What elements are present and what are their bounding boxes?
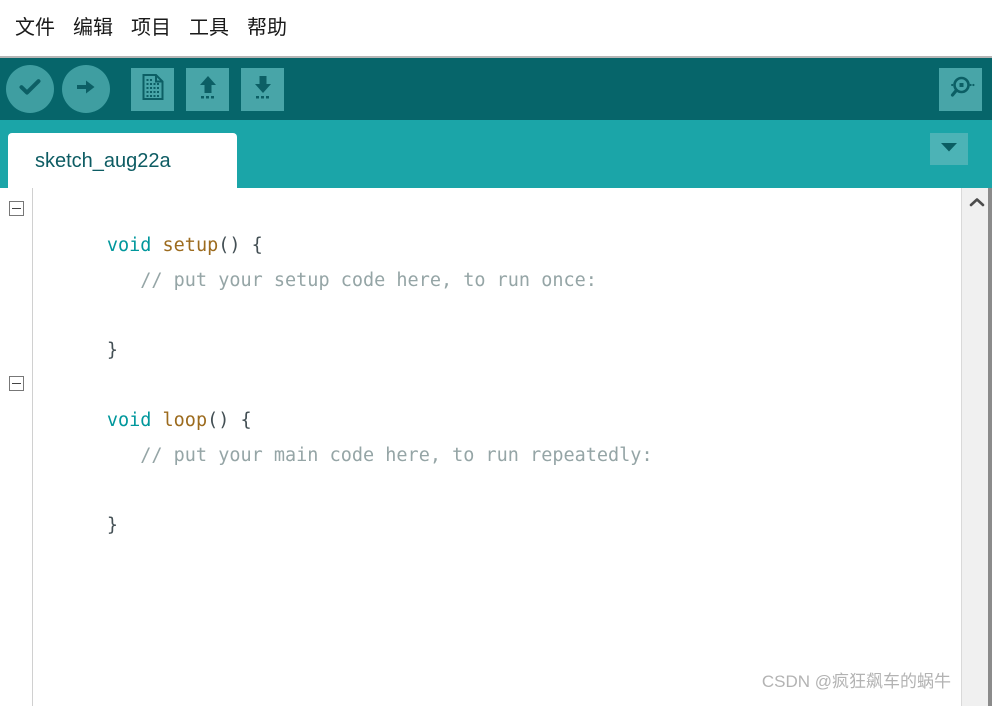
upload-arrow-icon	[73, 74, 99, 105]
window-right-edge	[988, 188, 992, 706]
menu-item-tools[interactable]: 工具	[180, 16, 238, 40]
code-token-function: setup	[162, 235, 219, 256]
upload-button[interactable]	[62, 65, 110, 113]
menu-item-file[interactable]: 文件	[6, 16, 64, 40]
code-token-punct: }	[106, 515, 118, 536]
tab-bar: sketch_aug22a	[0, 120, 992, 188]
code-line: }	[40, 473, 992, 536]
toolbar	[0, 58, 992, 120]
chevron-down-icon	[939, 140, 959, 158]
menu-item-help[interactable]: 帮助	[238, 16, 296, 40]
verify-check-icon	[17, 74, 43, 105]
code-line: void setup() {	[40, 193, 992, 256]
chevron-up-icon	[969, 194, 985, 212]
code-token-keyword: void	[106, 410, 152, 431]
code-token-comment: // put your main code here, to run repea…	[106, 445, 653, 466]
code-fold-toggle-loop[interactable]	[9, 376, 24, 391]
save-sketch-button[interactable]	[241, 67, 284, 111]
code-token-punct: () {	[218, 235, 263, 256]
serial-monitor-magnifier-icon	[947, 73, 975, 106]
new-sketch-button[interactable]	[131, 67, 174, 111]
code-fold-toggle-setup[interactable]	[9, 201, 24, 216]
code-token-comment: // put your setup code here, to run once…	[106, 270, 597, 291]
code-editor[interactable]: void setup() { // put your setup code he…	[0, 188, 992, 706]
menu-bar: 文件 编辑 项目 工具 帮助	[0, 0, 992, 58]
open-up-arrow-icon	[194, 73, 222, 106]
tab-sketch-aug22a[interactable]: sketch_aug22a	[8, 133, 237, 188]
menu-item-sketch[interactable]: 项目	[122, 16, 180, 40]
new-file-icon	[140, 73, 166, 106]
editor-gutter	[0, 188, 33, 706]
tab-menu-button[interactable]	[930, 133, 968, 165]
verify-button[interactable]	[6, 65, 54, 113]
code-token-function: loop	[162, 410, 208, 431]
code-line: void loop() {	[40, 368, 992, 431]
serial-monitor-button[interactable]	[939, 67, 982, 111]
code-token-keyword: void	[106, 235, 152, 256]
code-text-area[interactable]: void setup() { // put your setup code he…	[33, 188, 992, 706]
code-line: }	[40, 298, 992, 361]
open-sketch-button[interactable]	[186, 67, 229, 111]
menu-item-edit[interactable]: 编辑	[64, 16, 122, 40]
code-token-punct: }	[106, 340, 118, 361]
tab-label: sketch_aug22a	[35, 149, 171, 172]
save-down-arrow-icon	[249, 73, 277, 106]
code-token-punct: () {	[207, 410, 252, 431]
